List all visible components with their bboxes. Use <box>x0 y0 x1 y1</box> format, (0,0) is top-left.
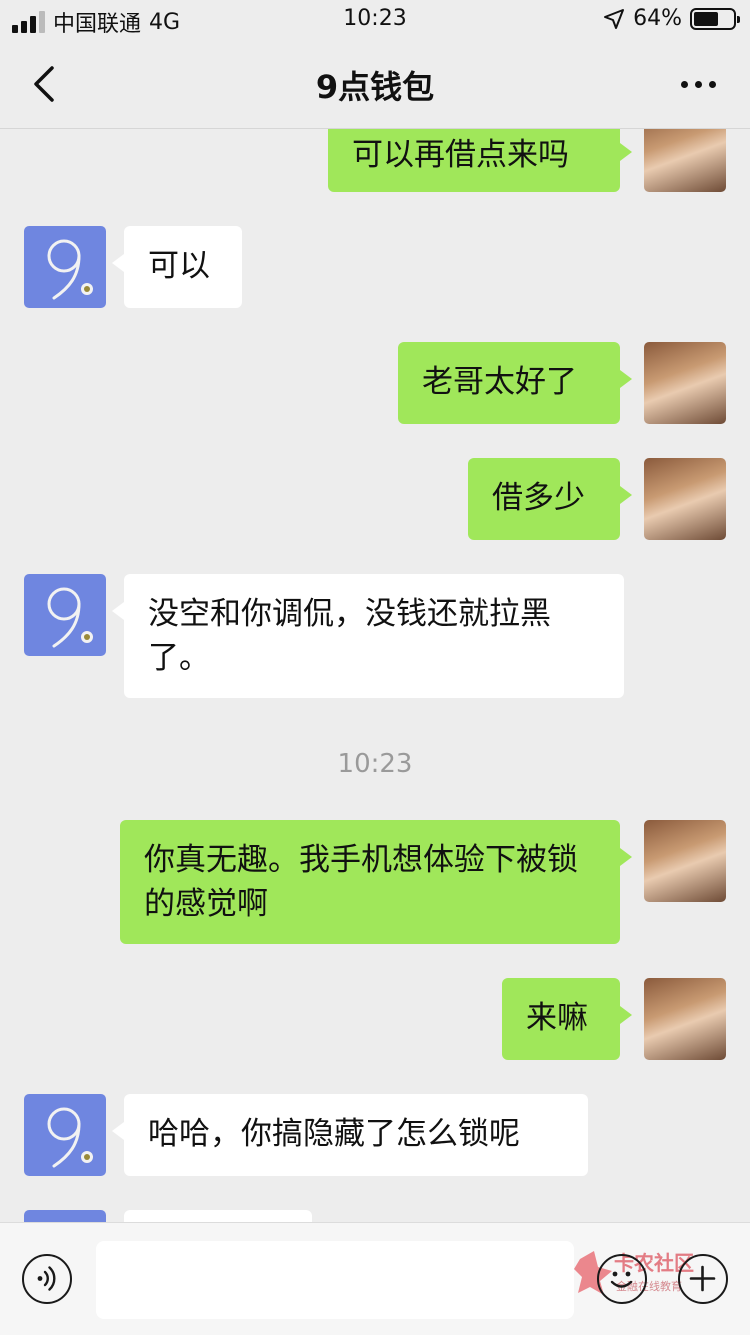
voice-button[interactable] <box>22 1254 72 1304</box>
message-input[interactable] <box>96 1241 574 1319</box>
more-icon[interactable] <box>681 70 716 98</box>
battery-fill <box>694 11 718 26</box>
timestamp: 10:23 <box>337 749 413 779</box>
bot-avatar[interactable] <box>24 226 106 308</box>
chat-title: 9点钱包 <box>315 68 435 106</box>
user-avatar[interactable] <box>644 820 726 902</box>
bot-avatar[interactable] <box>24 574 106 656</box>
message-bubble[interactable]: 来嘛 <box>502 978 632 1060</box>
message-bubble[interactable]: 可以再借点来吗 <box>328 129 632 192</box>
message-bubble[interactable]: 可以 <box>112 226 242 308</box>
status-right: 64% <box>603 6 740 31</box>
location-icon <box>604 8 625 29</box>
voice-icon <box>37 1266 56 1291</box>
emoji-icon <box>610 1271 633 1288</box>
bot-avatar[interactable] <box>24 1094 106 1176</box>
user-avatar[interactable] <box>644 978 726 1060</box>
battery-icon <box>690 7 740 30</box>
nine-logo-icon <box>47 587 93 648</box>
message-bubble[interactable]: 哈哈，你搞隐藏了怎么锁呢 <box>112 1094 588 1176</box>
status-bar: 中国联通 4G 10:23 64% <box>0 0 750 40</box>
message-bubble[interactable]: 你真无趣。我手机想体验下被锁的感觉啊 <box>120 820 632 944</box>
chat-area[interactable]: 可以再借点来吗 可以 老哥太好了 借多少 没空和你调侃，没钱还就拉黑了。 10:… <box>0 129 750 1222</box>
nine-logo-icon <box>47 239 93 300</box>
nav-bar: 9点钱包 <box>0 40 750 129</box>
message-bubble[interactable]: 借多少 <box>468 458 632 540</box>
message-bubble[interactable]: 没空和你调侃，没钱还就拉黑了。 <box>112 574 624 698</box>
input-bar: 卡农社区 金融在线教育 <box>0 1222 750 1335</box>
user-avatar[interactable] <box>644 129 726 192</box>
user-avatar[interactable] <box>644 458 726 540</box>
nine-logo-icon <box>47 1107 93 1168</box>
plus-button[interactable] <box>678 1254 728 1304</box>
battery-percent: 64% <box>633 6 682 31</box>
bot-avatar[interactable] <box>24 1210 106 1222</box>
plus-icon <box>689 1265 716 1292</box>
emoji-button[interactable] <box>597 1254 647 1304</box>
message-bubble[interactable]: 老哥太好了 <box>398 342 632 424</box>
user-avatar[interactable] <box>644 342 726 424</box>
message-bubble[interactable] <box>124 1210 312 1222</box>
